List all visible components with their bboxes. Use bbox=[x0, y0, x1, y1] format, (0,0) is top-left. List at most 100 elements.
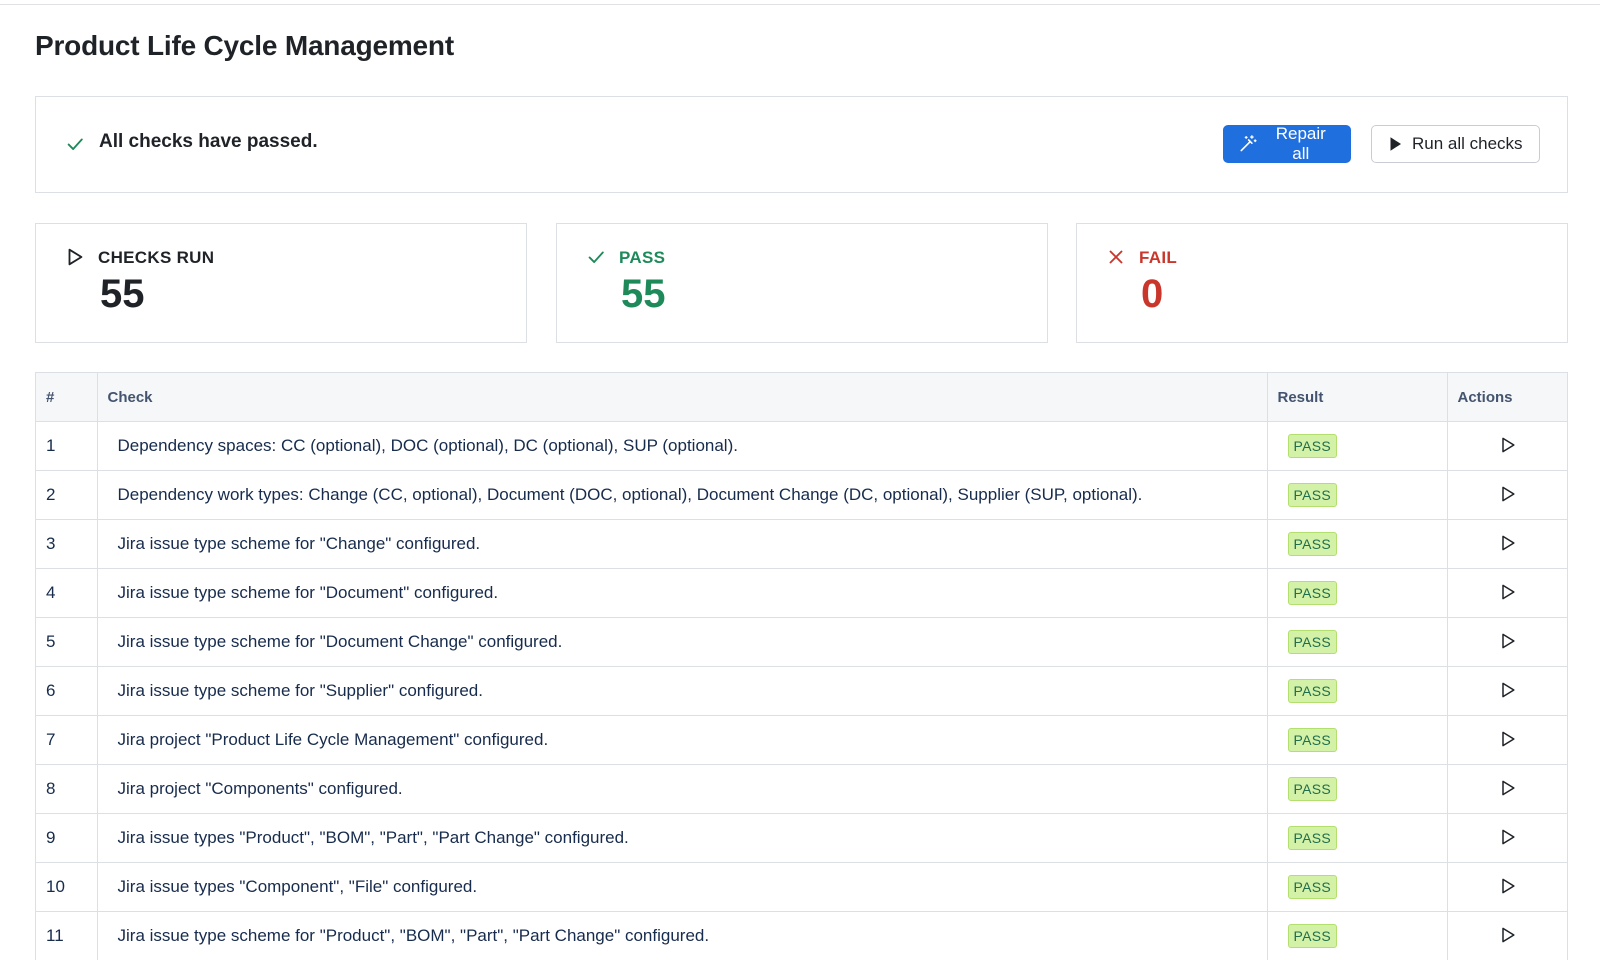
run-check-button[interactable] bbox=[1496, 580, 1520, 604]
row-number: 3 bbox=[36, 519, 98, 569]
actions-cell bbox=[1447, 911, 1567, 960]
actions-cell bbox=[1447, 422, 1567, 471]
check-description: Jira issue types "Product", "BOM", "Part… bbox=[97, 813, 1268, 863]
pass-badge: PASS bbox=[1287, 924, 1338, 948]
stat-card-fail: FAIL 0 bbox=[1076, 223, 1568, 343]
pass-badge: PASS bbox=[1287, 728, 1338, 752]
run-check-button[interactable] bbox=[1496, 776, 1520, 800]
pass-badge: PASS bbox=[1287, 483, 1338, 507]
table-row: 10 Jira issue types "Component", "File" c… bbox=[36, 862, 1567, 912]
run-check-button[interactable] bbox=[1496, 629, 1520, 653]
repair-all-label: Repair all bbox=[1275, 124, 1326, 163]
actions-cell bbox=[1447, 764, 1567, 814]
play-outline-icon bbox=[1502, 535, 1515, 550]
result-cell: PASS bbox=[1267, 911, 1448, 960]
stat-value-pass: 55 bbox=[621, 272, 666, 316]
check-description: Jira issue type scheme for "Product", "B… bbox=[97, 911, 1268, 960]
pass-badge: PASS bbox=[1287, 679, 1338, 703]
actions-cell bbox=[1447, 519, 1567, 569]
stat-value-checks-run: 55 bbox=[100, 272, 145, 316]
run-check-button[interactable] bbox=[1496, 874, 1520, 898]
play-outline-icon bbox=[1502, 437, 1515, 452]
checks-table: # Check Result Actions 1 Dependency space… bbox=[35, 372, 1568, 960]
result-cell: PASS bbox=[1267, 421, 1448, 471]
check-description: Dependency spaces: CC (optional), DOC (o… bbox=[97, 421, 1268, 471]
play-outline-icon bbox=[1502, 731, 1515, 746]
play-outline-icon bbox=[1502, 780, 1515, 795]
top-divider bbox=[0, 4, 1600, 5]
row-number: 10 bbox=[36, 862, 98, 912]
table-row: 9 Jira issue types "Product", "BOM", "Par… bbox=[36, 813, 1567, 863]
pass-badge: PASS bbox=[1287, 532, 1338, 556]
pass-badge: PASS bbox=[1287, 581, 1338, 605]
check-icon bbox=[67, 138, 83, 150]
row-number: 9 bbox=[36, 813, 98, 863]
run-check-button[interactable] bbox=[1496, 727, 1520, 751]
check-description: Jira issue type scheme for "Document Cha… bbox=[97, 617, 1268, 667]
play-outline-icon bbox=[1502, 927, 1515, 942]
table-row: 4 Jira issue type scheme for "Document" c… bbox=[36, 568, 1567, 618]
stat-value-fail: 0 bbox=[1141, 272, 1164, 316]
stat-label-pass: PASS bbox=[619, 248, 666, 267]
status-message: All checks have passed. bbox=[99, 131, 318, 152]
table-row: 7 Jira project "Product Life Cycle Manage… bbox=[36, 715, 1567, 765]
table-row: 11 Jira issue type scheme for "Product", … bbox=[36, 911, 1567, 960]
check-icon bbox=[588, 251, 604, 263]
run-check-button[interactable] bbox=[1496, 433, 1520, 457]
actions-cell bbox=[1447, 813, 1567, 863]
stat-label-checks-run: CHECKS RUN bbox=[98, 248, 215, 267]
row-number: 2 bbox=[36, 470, 98, 520]
actions-cell bbox=[1447, 617, 1567, 667]
check-description: Dependency work types: Change (CC, optio… bbox=[97, 470, 1268, 520]
status-banner: All checks have passed. Repair all Run a… bbox=[35, 96, 1568, 193]
row-number: 11 bbox=[36, 911, 98, 960]
row-number: 6 bbox=[36, 666, 98, 716]
actions-cell bbox=[1447, 862, 1567, 912]
pass-badge: PASS bbox=[1287, 826, 1338, 850]
pass-badge: PASS bbox=[1287, 630, 1338, 654]
check-description: Jira project "Components" configured. bbox=[97, 764, 1268, 814]
check-description: Jira project "Product Life Cycle Managem… bbox=[97, 715, 1268, 765]
check-description: Jira issue type scheme for "Change" conf… bbox=[97, 519, 1268, 569]
table-row: 2 Dependency work types: Change (CC, opti… bbox=[36, 470, 1567, 520]
result-cell: PASS bbox=[1267, 813, 1448, 863]
actions-cell bbox=[1447, 666, 1567, 716]
table-header-row: # Check Result Actions bbox=[36, 373, 1567, 422]
column-header-actions: Actions bbox=[1447, 373, 1567, 422]
table-row: 6 Jira issue type scheme for "Supplier" c… bbox=[36, 666, 1567, 716]
run-check-button[interactable] bbox=[1496, 923, 1520, 947]
table-row: 1 Dependency spaces: CC (optional), DOC (… bbox=[36, 421, 1567, 471]
check-description: Jira issue types "Component", "File" con… bbox=[97, 862, 1268, 912]
play-outline-icon bbox=[1502, 584, 1515, 599]
table-row: 5 Jira issue type scheme for "Document Ch… bbox=[36, 617, 1567, 667]
check-description: Jira issue type scheme for "Document" co… bbox=[97, 568, 1268, 618]
play-outline-icon bbox=[1502, 829, 1515, 844]
play-outline-icon bbox=[1502, 633, 1515, 648]
stat-card-pass: PASS 55 bbox=[556, 223, 1048, 343]
result-cell: PASS bbox=[1267, 470, 1448, 520]
row-number: 5 bbox=[36, 617, 98, 667]
result-cell: PASS bbox=[1267, 568, 1448, 618]
row-number: 7 bbox=[36, 715, 98, 765]
result-cell: PASS bbox=[1267, 666, 1448, 716]
actions-cell bbox=[1447, 715, 1567, 765]
actions-cell bbox=[1447, 568, 1567, 618]
play-outline-icon bbox=[1502, 878, 1515, 893]
row-number: 4 bbox=[36, 568, 98, 618]
run-all-checks-button[interactable]: Run all checks bbox=[1371, 125, 1540, 163]
result-cell: PASS bbox=[1267, 617, 1448, 667]
result-cell: PASS bbox=[1267, 862, 1448, 912]
run-check-button[interactable] bbox=[1496, 482, 1520, 506]
run-check-button[interactable] bbox=[1496, 678, 1520, 702]
run-check-button[interactable] bbox=[1496, 825, 1520, 849]
repair-all-button[interactable]: Repair all bbox=[1223, 124, 1351, 163]
result-cell: PASS bbox=[1267, 519, 1448, 569]
pass-badge: PASS bbox=[1287, 777, 1338, 801]
row-number: 1 bbox=[36, 421, 98, 471]
play-outline-icon bbox=[1502, 682, 1515, 697]
run-all-checks-label: Run all checks bbox=[1412, 134, 1523, 153]
play-filled-icon bbox=[1390, 137, 1401, 151]
run-check-button[interactable] bbox=[1496, 531, 1520, 555]
play-outline-icon bbox=[68, 248, 83, 266]
table-row: 8 Jira project "Components" configured. PA… bbox=[36, 764, 1567, 814]
